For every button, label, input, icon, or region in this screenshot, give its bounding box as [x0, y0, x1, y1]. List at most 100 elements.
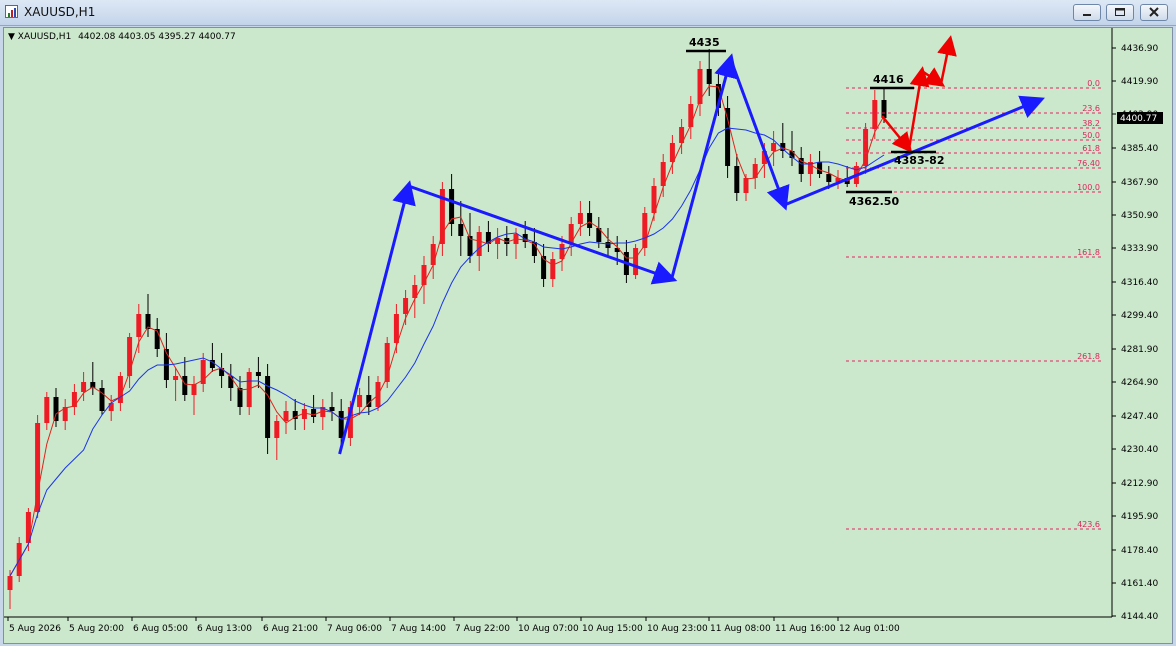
candle-body — [633, 248, 639, 275]
price-tick-label: 4144.40 — [1121, 612, 1158, 622]
candle-body — [605, 242, 611, 248]
candle-body — [7, 576, 13, 590]
candle-body — [734, 166, 740, 193]
zigzag-segment — [408, 184, 678, 285]
time-tick-label: 11 Aug 16:00 — [775, 624, 836, 634]
fib-level-label: 61.8 — [1082, 144, 1100, 153]
time-tick-label: 11 Aug 08:00 — [710, 624, 771, 634]
minimize-button[interactable] — [1073, 4, 1101, 21]
candle-body — [274, 421, 280, 438]
time-tick-label: 6 Aug 05:00 — [133, 624, 188, 634]
chart-area[interactable]: 4436.904419.904402.904385.404367.904350.… — [3, 27, 1173, 644]
level-marker-label: 4416 — [873, 73, 904, 86]
price-tick-label: 4385.40 — [1121, 144, 1158, 154]
projection-segment — [937, 35, 957, 85]
price-tick-label: 4281.90 — [1121, 345, 1158, 355]
fib-level-label: 100.0 — [1077, 183, 1100, 192]
candle-body — [817, 162, 823, 174]
price-tick-label: 4350.90 — [1121, 211, 1158, 221]
candle-body — [688, 104, 694, 127]
candle-body — [357, 395, 363, 407]
info-open: 4402.08 — [78, 32, 116, 42]
info-close: 4400.77 — [198, 32, 236, 42]
candle-body — [108, 403, 114, 411]
candle-body — [237, 388, 243, 407]
projection-segment — [881, 115, 913, 153]
time-tick-label: 10 Aug 07:00 — [518, 624, 579, 634]
price-tick-label: 4367.90 — [1121, 178, 1158, 188]
price-tick-label: 4212.90 — [1121, 479, 1158, 489]
projection-segment — [921, 67, 946, 87]
close-icon — [1149, 7, 1159, 17]
fib-level-label: 38.2 — [1082, 119, 1100, 128]
candle-body — [550, 259, 556, 279]
candle-body — [393, 314, 399, 343]
price-tick-label: 4436.90 — [1121, 44, 1158, 54]
time-tick-label: 5 Aug 20:00 — [69, 624, 124, 634]
candle-body — [71, 392, 77, 407]
info-high: 4403.05 — [118, 32, 156, 42]
window-titlebar[interactable]: XAUUSD,H1 — [0, 0, 1176, 26]
projection-segment — [907, 66, 930, 150]
price-tick-label: 4230.40 — [1121, 445, 1158, 455]
candle-body — [458, 224, 464, 236]
time-tick-label: 6 Aug 13:00 — [197, 624, 252, 634]
time-tick-label: 12 Aug 01:00 — [839, 624, 900, 634]
candle-body — [81, 382, 87, 392]
time-tick-label: 7 Aug 14:00 — [391, 624, 446, 634]
time-tick-label: 6 Aug 21:00 — [263, 624, 318, 634]
candle-body — [568, 224, 574, 244]
current-price-label: 4400.77 — [1120, 114, 1157, 124]
price-tick-label: 4178.40 — [1121, 546, 1158, 556]
candle-body — [44, 397, 50, 423]
candle-body — [706, 69, 712, 84]
price-tick-label: 4419.90 — [1121, 77, 1158, 87]
candle-body — [53, 397, 59, 421]
candle-body — [173, 376, 179, 380]
candle-body — [182, 376, 188, 395]
candle-body — [587, 213, 593, 228]
restore-button[interactable] — [1106, 4, 1134, 21]
candle-body — [826, 174, 832, 182]
candle-body — [872, 100, 878, 129]
candle-body — [338, 411, 344, 438]
fib-level-label: 23.6 — [1082, 104, 1100, 113]
candle-body — [191, 384, 197, 395]
candle-body — [127, 337, 133, 376]
candle-body — [743, 178, 749, 193]
info-low: 4395.27 — [158, 32, 196, 42]
time-tick-label: 7 Aug 06:00 — [327, 624, 382, 634]
fib-level-label: 261.8 — [1077, 352, 1100, 361]
time-tick-label: 7 Aug 22:00 — [455, 624, 510, 634]
candle-body — [283, 411, 289, 421]
candle-body — [117, 376, 123, 403]
level-marker-label: 4435 — [689, 36, 720, 49]
price-tick-label: 4299.40 — [1121, 311, 1158, 321]
fib-level-label: 423.6 — [1077, 520, 1100, 529]
candle-body — [136, 314, 142, 337]
time-tick-label: 5 Aug 2026 — [9, 624, 61, 634]
candle-body — [697, 69, 703, 104]
price-chart[interactable]: 4436.904419.904402.904385.404367.904350.… — [4, 28, 1173, 644]
info-symbol: XAUUSD,H1 — [17, 32, 72, 42]
candle-body — [476, 232, 482, 256]
minimize-icon — [1083, 14, 1091, 16]
fib-level-label: 50.0 — [1082, 131, 1100, 140]
fib-level-label: 0.0 — [1087, 79, 1100, 88]
level-marker-label: 4362.50 — [849, 195, 899, 208]
candle-body — [35, 423, 41, 512]
price-tick-label: 4316.40 — [1121, 278, 1158, 288]
candle-body — [329, 407, 335, 411]
close-button[interactable] — [1140, 4, 1168, 21]
time-tick-label: 10 Aug 23:00 — [647, 624, 708, 634]
slow-moving-average — [9, 127, 885, 577]
candle-body — [642, 213, 648, 248]
price-tick-label: 4161.40 — [1121, 579, 1158, 589]
ohlc-info-line: ▼ XAUUSD,H1 4402.08 4403.05 4395.27 4400… — [8, 32, 236, 42]
price-tick-label: 4247.40 — [1121, 412, 1158, 422]
chart-window-icon — [5, 5, 18, 18]
candle-body — [577, 213, 583, 224]
candle-body — [255, 372, 261, 376]
collapse-arrow-icon[interactable]: ▼ — [8, 32, 15, 42]
candle-body — [311, 409, 317, 417]
